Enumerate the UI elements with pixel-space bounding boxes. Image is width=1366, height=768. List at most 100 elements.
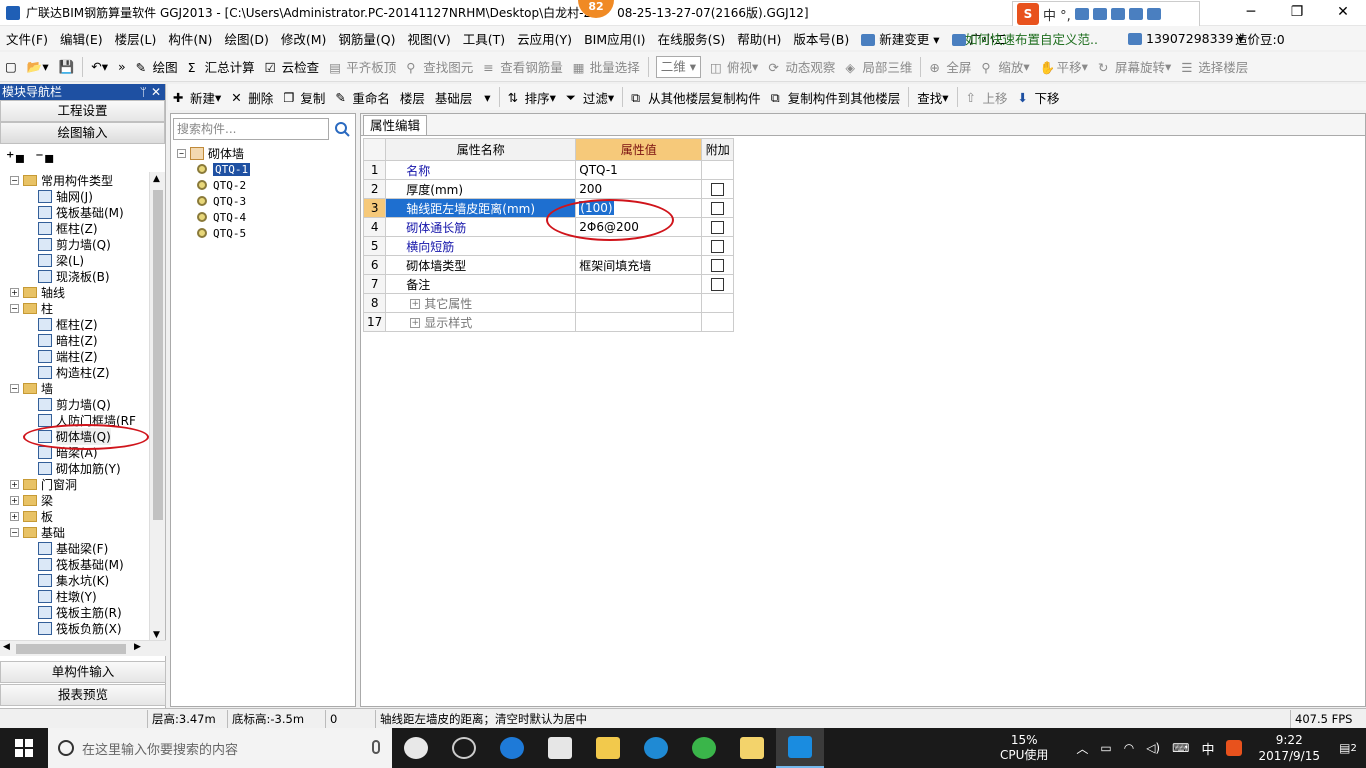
- copy-from-floor-button[interactable]: ⧉ 从其他楼层复制构件: [626, 85, 766, 109]
- rotate-button[interactable]: ↻ 屏幕旋转 ▾: [1093, 55, 1176, 79]
- attach-checkbox[interactable]: [711, 183, 725, 196]
- wrench-icon[interactable]: [1146, 8, 1161, 20]
- flush-board-button[interactable]: ▤ 平齐板顶: [324, 55, 401, 79]
- microphone-icon[interactable]: [372, 740, 380, 754]
- save-icon[interactable]: 💾: [54, 55, 80, 79]
- find-element-button[interactable]: ⚲ 查找图元: [401, 55, 478, 79]
- expand-icon[interactable]: +: [10, 511, 19, 521]
- taskbar-app-explorer[interactable]: [584, 728, 632, 768]
- scroll-thumb-h[interactable]: [16, 644, 126, 654]
- expand-icon[interactable]: +: [10, 495, 19, 505]
- start-button[interactable]: [0, 728, 48, 768]
- tree-item[interactable]: 暗柱(Z): [0, 332, 160, 348]
- property-row[interactable]: 6 砌体墙类型 框架间填充墙: [362, 255, 735, 275]
- menu-component[interactable]: 构件(N): [162, 29, 218, 48]
- clock[interactable]: 9:22 2017/9/15: [1258, 732, 1320, 764]
- attach-checkbox[interactable]: [711, 259, 725, 272]
- property-row[interactable]: 17 + 显示样式: [362, 312, 735, 332]
- cpu-meter[interactable]: 15% CPU使用: [1000, 733, 1048, 763]
- pan-button[interactable]: ✋ 平移 ▾: [1035, 55, 1093, 79]
- pin-icon[interactable]: ᛘ: [140, 84, 147, 100]
- collapse-icon[interactable]: −: [10, 303, 19, 313]
- taskbar-app-store[interactable]: [536, 728, 584, 768]
- menu-modify[interactable]: 修改(M): [275, 29, 333, 48]
- search-icon[interactable]: [331, 118, 353, 140]
- tree-item[interactable]: 集水坑(K): [0, 572, 160, 588]
- menu-version[interactable]: 版本号(B): [787, 29, 855, 48]
- attach-checkbox[interactable]: [711, 278, 725, 291]
- user-account[interactable]: 13907298339 ▾: [1128, 31, 1244, 46]
- dynamic-view-button[interactable]: ⟳ 动态观察: [763, 55, 840, 79]
- copy-button[interactable]: ❐ 复制: [278, 85, 330, 109]
- wifi-icon[interactable]: ◠: [1124, 741, 1134, 755]
- more-icon[interactable]: »: [113, 55, 131, 79]
- notification-button[interactable]: ▤ 2: [1330, 733, 1366, 763]
- tab-property-edit[interactable]: 属性编辑: [363, 115, 428, 135]
- property-value-cell[interactable]: QTQ-1: [575, 160, 703, 180]
- taskbar-app-notes[interactable]: [728, 728, 776, 768]
- project-settings-button[interactable]: 工程设置: [0, 100, 165, 122]
- property-value-cell[interactable]: 2Φ6@200: [575, 217, 703, 237]
- expand-icon[interactable]: +: [410, 318, 421, 328]
- undo-icon[interactable]: ↶▾: [86, 55, 113, 79]
- expand-all-icon[interactable]: ⁺▪: [6, 148, 25, 167]
- tree-item[interactable]: 梁(L): [0, 252, 160, 268]
- collapse-icon[interactable]: −: [10, 175, 19, 185]
- property-value-cell[interactable]: [575, 236, 703, 256]
- horizontal-scrollbar[interactable]: ◀ ▶: [0, 640, 166, 656]
- tree-item[interactable]: 端柱(Z): [0, 348, 160, 364]
- tree-item[interactable]: 砌体加筋(Y): [0, 460, 160, 476]
- property-row[interactable]: 5 横向短筋: [362, 236, 735, 256]
- volume-icon[interactable]: ◁): [1146, 741, 1160, 755]
- tree-folder[interactable]: − 常用构件类型: [0, 172, 160, 188]
- local-3d-button[interactable]: ◈ 局部三维: [840, 55, 917, 79]
- property-row[interactable]: 7 备注: [362, 274, 735, 294]
- minimize-button[interactable]: ─: [1228, 0, 1274, 26]
- tree-item[interactable]: 轴网(J): [0, 188, 160, 204]
- draw-button[interactable]: ✎ 绘图: [131, 55, 183, 79]
- component-root[interactable]: − 砌体墙: [177, 145, 250, 161]
- tree-item[interactable]: 筏板基础(M): [0, 556, 160, 572]
- tree-item[interactable]: 现浇板(B): [0, 268, 160, 284]
- report-preview-button[interactable]: 报表预览: [0, 684, 166, 706]
- property-row[interactable]: 2 厚度(mm) 200: [362, 179, 735, 199]
- property-row[interactable]: 1 名称 QTQ-1: [362, 160, 735, 180]
- menu-tools[interactable]: 工具(T): [457, 29, 511, 48]
- ime-mode[interactable]: 中 °,: [1043, 5, 1071, 24]
- taskbar-app-edge[interactable]: [488, 728, 536, 768]
- sogou-tray-icon[interactable]: [1226, 740, 1243, 756]
- scroll-right-icon[interactable]: ▶: [134, 642, 141, 652]
- fullscreen-button[interactable]: ⊕ 全屏: [924, 55, 976, 79]
- sort-button[interactable]: ⇅ 排序 ▾: [503, 85, 561, 109]
- component-item[interactable]: QTQ-5: [177, 225, 250, 241]
- taskbar-search[interactable]: 在这里输入你要搜索的内容: [48, 728, 392, 768]
- close-button[interactable]: ✕: [1320, 0, 1366, 26]
- tree-item[interactable]: 筏板主筋(R): [0, 604, 160, 620]
- floor-select[interactable]: 基础层 ▾: [430, 85, 496, 109]
- menu-floor[interactable]: 楼层(L): [109, 29, 163, 48]
- new-change-menu[interactable]: 新建变更 ▾: [855, 29, 945, 48]
- taskbar-app-ggj[interactable]: [776, 728, 824, 768]
- open-folder-icon[interactable]: 📂▾: [22, 55, 54, 79]
- property-value-cell[interactable]: 框架间填充墙: [575, 255, 703, 275]
- delete-button[interactable]: ✕ 删除: [226, 85, 278, 109]
- component-item[interactable]: QTQ-2: [177, 177, 250, 193]
- drawing-input-button[interactable]: 绘图输入: [0, 122, 165, 144]
- tree-folder[interactable]: + 板: [0, 508, 160, 524]
- tree-folder[interactable]: + 轴线: [0, 284, 160, 300]
- expand-icon[interactable]: +: [10, 479, 19, 489]
- rename-button[interactable]: ✎ 重命名: [330, 85, 395, 109]
- property-value-cell[interactable]: [575, 274, 703, 294]
- tree-folder[interactable]: − 墙: [0, 380, 160, 396]
- property-value-cell[interactable]: [575, 312, 703, 332]
- view-rebar-button[interactable]: ≡ 查看钢筋量: [478, 55, 568, 79]
- new-file-icon[interactable]: ▢: [0, 55, 22, 79]
- close-icon[interactable]: ✕: [151, 84, 161, 100]
- taskbar-app-green[interactable]: [680, 728, 728, 768]
- move-up-button[interactable]: ⇧ 上移: [961, 85, 1013, 109]
- component-item[interactable]: QTQ-1: [177, 161, 251, 177]
- tree-item[interactable]: 剪力墙(Q): [0, 396, 160, 412]
- menu-bim[interactable]: BIM应用(I): [578, 29, 652, 48]
- maximize-button[interactable]: ❐: [1274, 0, 1320, 26]
- collapse-icon[interactable]: −: [10, 527, 19, 537]
